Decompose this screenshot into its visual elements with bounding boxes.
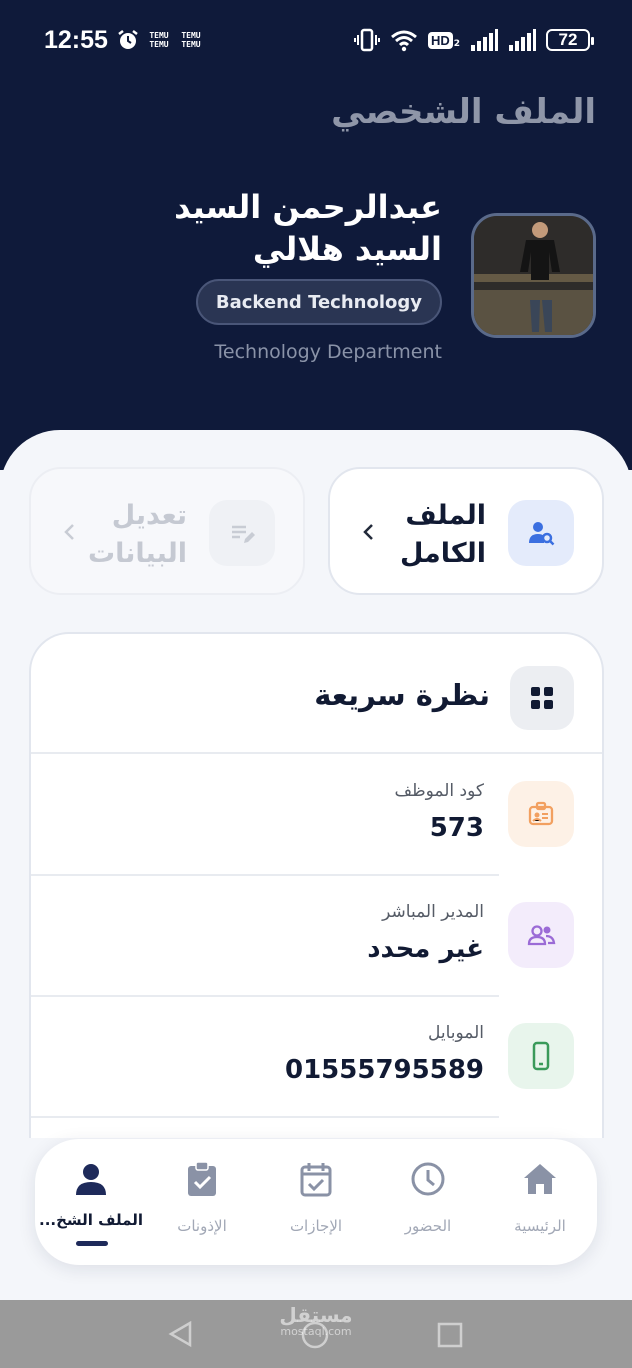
- edit-data-button[interactable]: تعديل البيانات: [29, 467, 305, 595]
- watermark-sub: mostaql.com: [280, 1325, 352, 1338]
- back-icon[interactable]: [166, 1320, 196, 1348]
- mobile-icon: [508, 1023, 574, 1089]
- battery-icon: 72: [546, 29, 594, 51]
- clipboard-check-icon: [188, 1161, 216, 1196]
- avatar[interactable]: [471, 213, 596, 338]
- role-badge: Backend Technology: [195, 279, 442, 325]
- calendar-check-icon: [300, 1163, 332, 1197]
- department-label: Technology Department: [214, 341, 442, 363]
- status-time: 12:55: [44, 26, 108, 54]
- nav-item-permissions[interactable]: الإذونات: [147, 1139, 257, 1265]
- avatar-photo: [474, 216, 593, 335]
- info-row-manager: المدير المباشر غير محدد: [31, 876, 602, 997]
- user-search-icon: [508, 500, 574, 566]
- users-icon: [508, 902, 574, 968]
- alarm-icon: [118, 30, 138, 49]
- manager-value: غير محدد: [367, 934, 484, 964]
- person-icon: [76, 1164, 106, 1195]
- mobile-label: الموبايل: [427, 1023, 484, 1043]
- watermark-text: مستقل: [279, 1303, 353, 1327]
- chevron-left-icon: [64, 524, 74, 540]
- mobile-value: 01555795589: [285, 1055, 484, 1085]
- overview-card: نظرة سريعة كود الموظف 573 المدير المباشر…: [29, 632, 604, 1192]
- vibrate-icon: [353, 28, 380, 52]
- watermark: مستقل mostaql.com: [276, 1304, 356, 1338]
- info-row-mobile: الموبايل 01555795589: [31, 997, 602, 1118]
- edit-data-label: تعديل البيانات: [88, 500, 187, 569]
- hd-sub: 2: [453, 38, 460, 49]
- edit-note-icon: [209, 500, 275, 566]
- recents-icon[interactable]: [436, 1321, 464, 1349]
- nav-item-vacations[interactable]: الإجازات: [261, 1139, 371, 1265]
- info-row-employee-code: كود الموظف 573: [31, 755, 602, 876]
- full-profile-label: الملف الكامل: [399, 500, 486, 569]
- status-bar: 12:55 TEMU TEMU TEMU TEMU HD 2 72: [0, 20, 632, 60]
- hd-badge: HD: [427, 31, 453, 49]
- nav-item-profile[interactable]: الملف الشخ...: [36, 1139, 146, 1265]
- employee-name: عبدالرحمن السيد السيد هلالي: [174, 188, 442, 268]
- id-badge-icon: [508, 781, 574, 847]
- signal-icon: [471, 29, 498, 51]
- bottom-nav: الملف الشخ... الإذونات الإجازات الحضور ا…: [35, 1139, 597, 1265]
- employee-code-label: كود الموظف: [394, 781, 485, 801]
- nav-item-home[interactable]: الرئيسية: [485, 1139, 595, 1265]
- nav-label: الحضور: [404, 1217, 452, 1235]
- hd-indicator: HD 2: [427, 31, 460, 49]
- grid-icon: [510, 666, 574, 730]
- overview-title: نظرة سريعة: [314, 678, 490, 712]
- wifi-icon: [390, 30, 417, 52]
- temu-notification-icon: TEMU TEMU: [181, 31, 201, 49]
- manager-label: المدير المباشر: [382, 902, 484, 922]
- nav-label: الملف الشخ...: [39, 1211, 143, 1229]
- signal-icon: [509, 29, 536, 51]
- full-profile-button[interactable]: الملف الكامل: [328, 467, 604, 595]
- home-icon: [524, 1164, 556, 1194]
- overview-header: نظرة سريعة: [31, 634, 602, 754]
- nav-label: الإجازات: [289, 1217, 343, 1235]
- nav-item-attendance[interactable]: الحضور: [373, 1139, 483, 1265]
- row-divider: [31, 1116, 499, 1118]
- temu-notification-icon: TEMU TEMU: [149, 31, 169, 49]
- active-indicator: [76, 1241, 108, 1246]
- employee-code-value: 573: [429, 813, 484, 843]
- nav-label: الرئيسية: [514, 1217, 566, 1235]
- clock-icon: [411, 1162, 445, 1196]
- page-title: الملف الشخصي: [331, 92, 596, 132]
- nav-label: الإذونات: [177, 1217, 227, 1235]
- chevron-left-icon: [363, 524, 373, 540]
- system-status-icons: HD 2 72: [353, 28, 594, 52]
- notification-icons: TEMU TEMU TEMU TEMU: [116, 28, 204, 52]
